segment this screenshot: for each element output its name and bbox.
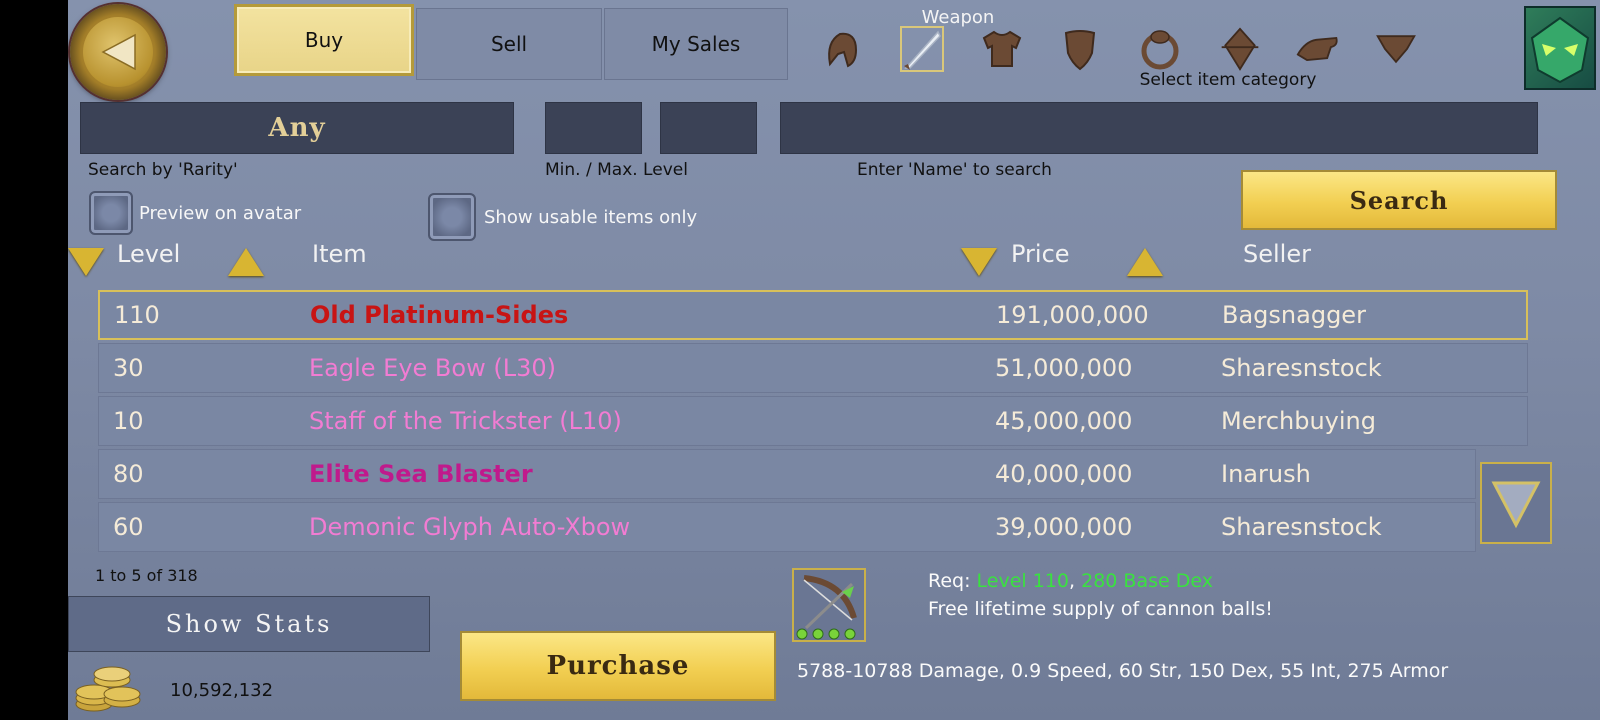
avatar[interactable] — [1524, 6, 1596, 90]
category-caption: Select item category — [1139, 70, 1317, 90]
gold-balance: 10,592,132 — [170, 680, 274, 701]
row-level: 30 — [113, 354, 144, 382]
req-prefix: Req: — [928, 570, 971, 592]
results-count: 1 to 5 of 318 — [95, 566, 198, 585]
req-level: Level 110 — [976, 570, 1070, 592]
row-level: 80 — [113, 460, 144, 488]
preview-on-avatar-checkbox[interactable] — [89, 191, 133, 235]
auction-house-screen: Buy Sell My Sales Weapon Select item cat… — [68, 0, 1600, 720]
name-search-input[interactable] — [780, 102, 1538, 154]
header-level[interactable]: Level — [117, 240, 180, 268]
usable-only-label: Show usable items only — [484, 207, 698, 228]
gloves-icon[interactable] — [1296, 26, 1340, 72]
sort-price-desc-icon[interactable] — [961, 248, 997, 276]
crossbow-icon — [796, 575, 857, 640]
helmet-icon[interactable] — [820, 26, 864, 72]
row-price: 191,000,000 — [996, 301, 1149, 329]
row-price: 40,000,000 — [995, 460, 1133, 488]
table-row[interactable]: 60 Demonic Glyph Auto-Xbow 39,000,000 Sh… — [98, 502, 1476, 552]
row-level: 110 — [114, 301, 160, 329]
cape-icon[interactable] — [1374, 26, 1418, 72]
req-dex: 280 Base Dex — [1081, 570, 1213, 592]
tab-sell[interactable]: Sell — [416, 8, 602, 80]
item-description: Free lifetime supply of cannon balls! — [928, 598, 1273, 620]
table-row[interactable]: 30 Eagle Eye Bow (L30) 51,000,000 Shares… — [98, 343, 1528, 393]
row-item-name: Elite Sea Blaster — [309, 460, 533, 488]
row-seller: Inarush — [1221, 460, 1311, 488]
rarity-label: Search by 'Rarity' — [88, 160, 238, 180]
search-button[interactable]: Search — [1241, 170, 1557, 230]
row-price: 39,000,000 — [995, 513, 1133, 541]
row-item-name: Old Platinum-Sides — [310, 301, 569, 329]
rarity-select[interactable]: Any — [80, 102, 514, 154]
selected-category-label: Weapon — [921, 7, 995, 28]
armor-icon[interactable] — [980, 26, 1024, 72]
sort-price-asc-icon[interactable] — [1127, 248, 1163, 276]
usable-only-checkbox[interactable] — [428, 193, 476, 241]
show-stats-button[interactable]: Show Stats — [68, 596, 430, 652]
table-row[interactable]: 110 Old Platinum-Sides 191,000,000 Bagsn… — [98, 290, 1528, 340]
min-level-input[interactable] — [545, 102, 642, 154]
header-price[interactable]: Price — [1011, 240, 1070, 268]
name-label: Enter 'Name' to search — [857, 160, 1052, 180]
tab-my-sales[interactable]: My Sales — [604, 8, 788, 80]
weapon-icon[interactable] — [900, 26, 944, 72]
row-level: 10 — [113, 407, 144, 435]
row-item-name: Eagle Eye Bow (L30) — [309, 354, 556, 382]
row-seller: Merchbuying — [1221, 407, 1376, 435]
purchase-button[interactable]: Purchase — [460, 631, 776, 701]
row-seller: Bagsnagger — [1222, 301, 1366, 329]
chevron-down-icon — [1491, 481, 1541, 529]
ring-icon[interactable] — [1138, 26, 1182, 72]
item-stats: 5788-10788 Damage, 0.9 Speed, 60 Str, 15… — [797, 660, 1449, 682]
table-row[interactable]: 80 Elite Sea Blaster 40,000,000 Inarush — [98, 449, 1476, 499]
row-level: 60 — [113, 513, 144, 541]
req-separator: , — [1069, 570, 1076, 592]
back-arrow-icon — [83, 17, 153, 87]
level-label: Min. / Max. Level — [545, 160, 688, 180]
tab-buy[interactable]: Buy — [234, 4, 414, 76]
row-price: 51,000,000 — [995, 354, 1133, 382]
shield-icon[interactable] — [1058, 26, 1102, 72]
sort-level-desc-icon[interactable] — [68, 248, 104, 276]
row-price: 45,000,000 — [995, 407, 1133, 435]
sort-level-asc-icon[interactable] — [228, 248, 264, 276]
max-level-input[interactable] — [660, 102, 757, 154]
item-thumbnail — [792, 568, 866, 642]
header-item: Item — [312, 240, 367, 268]
scroll-down-button[interactable] — [1480, 462, 1552, 544]
row-item-name: Demonic Glyph Auto-Xbow — [309, 513, 631, 541]
amulet-icon[interactable] — [1218, 26, 1262, 72]
table-row[interactable]: 10 Staff of the Trickster (L10) 45,000,0… — [98, 396, 1528, 446]
row-seller: Sharesnstock — [1221, 354, 1382, 382]
header-seller: Seller — [1243, 240, 1311, 268]
back-button[interactable] — [70, 4, 166, 100]
preview-on-avatar-label: Preview on avatar — [139, 203, 302, 224]
item-requirements: Req: Level 110, 280 Base Dex — [928, 570, 1213, 592]
row-item-name: Staff of the Trickster (L10) — [309, 407, 622, 435]
row-seller: Sharesnstock — [1221, 513, 1382, 541]
gold-coins-icon — [72, 658, 148, 714]
